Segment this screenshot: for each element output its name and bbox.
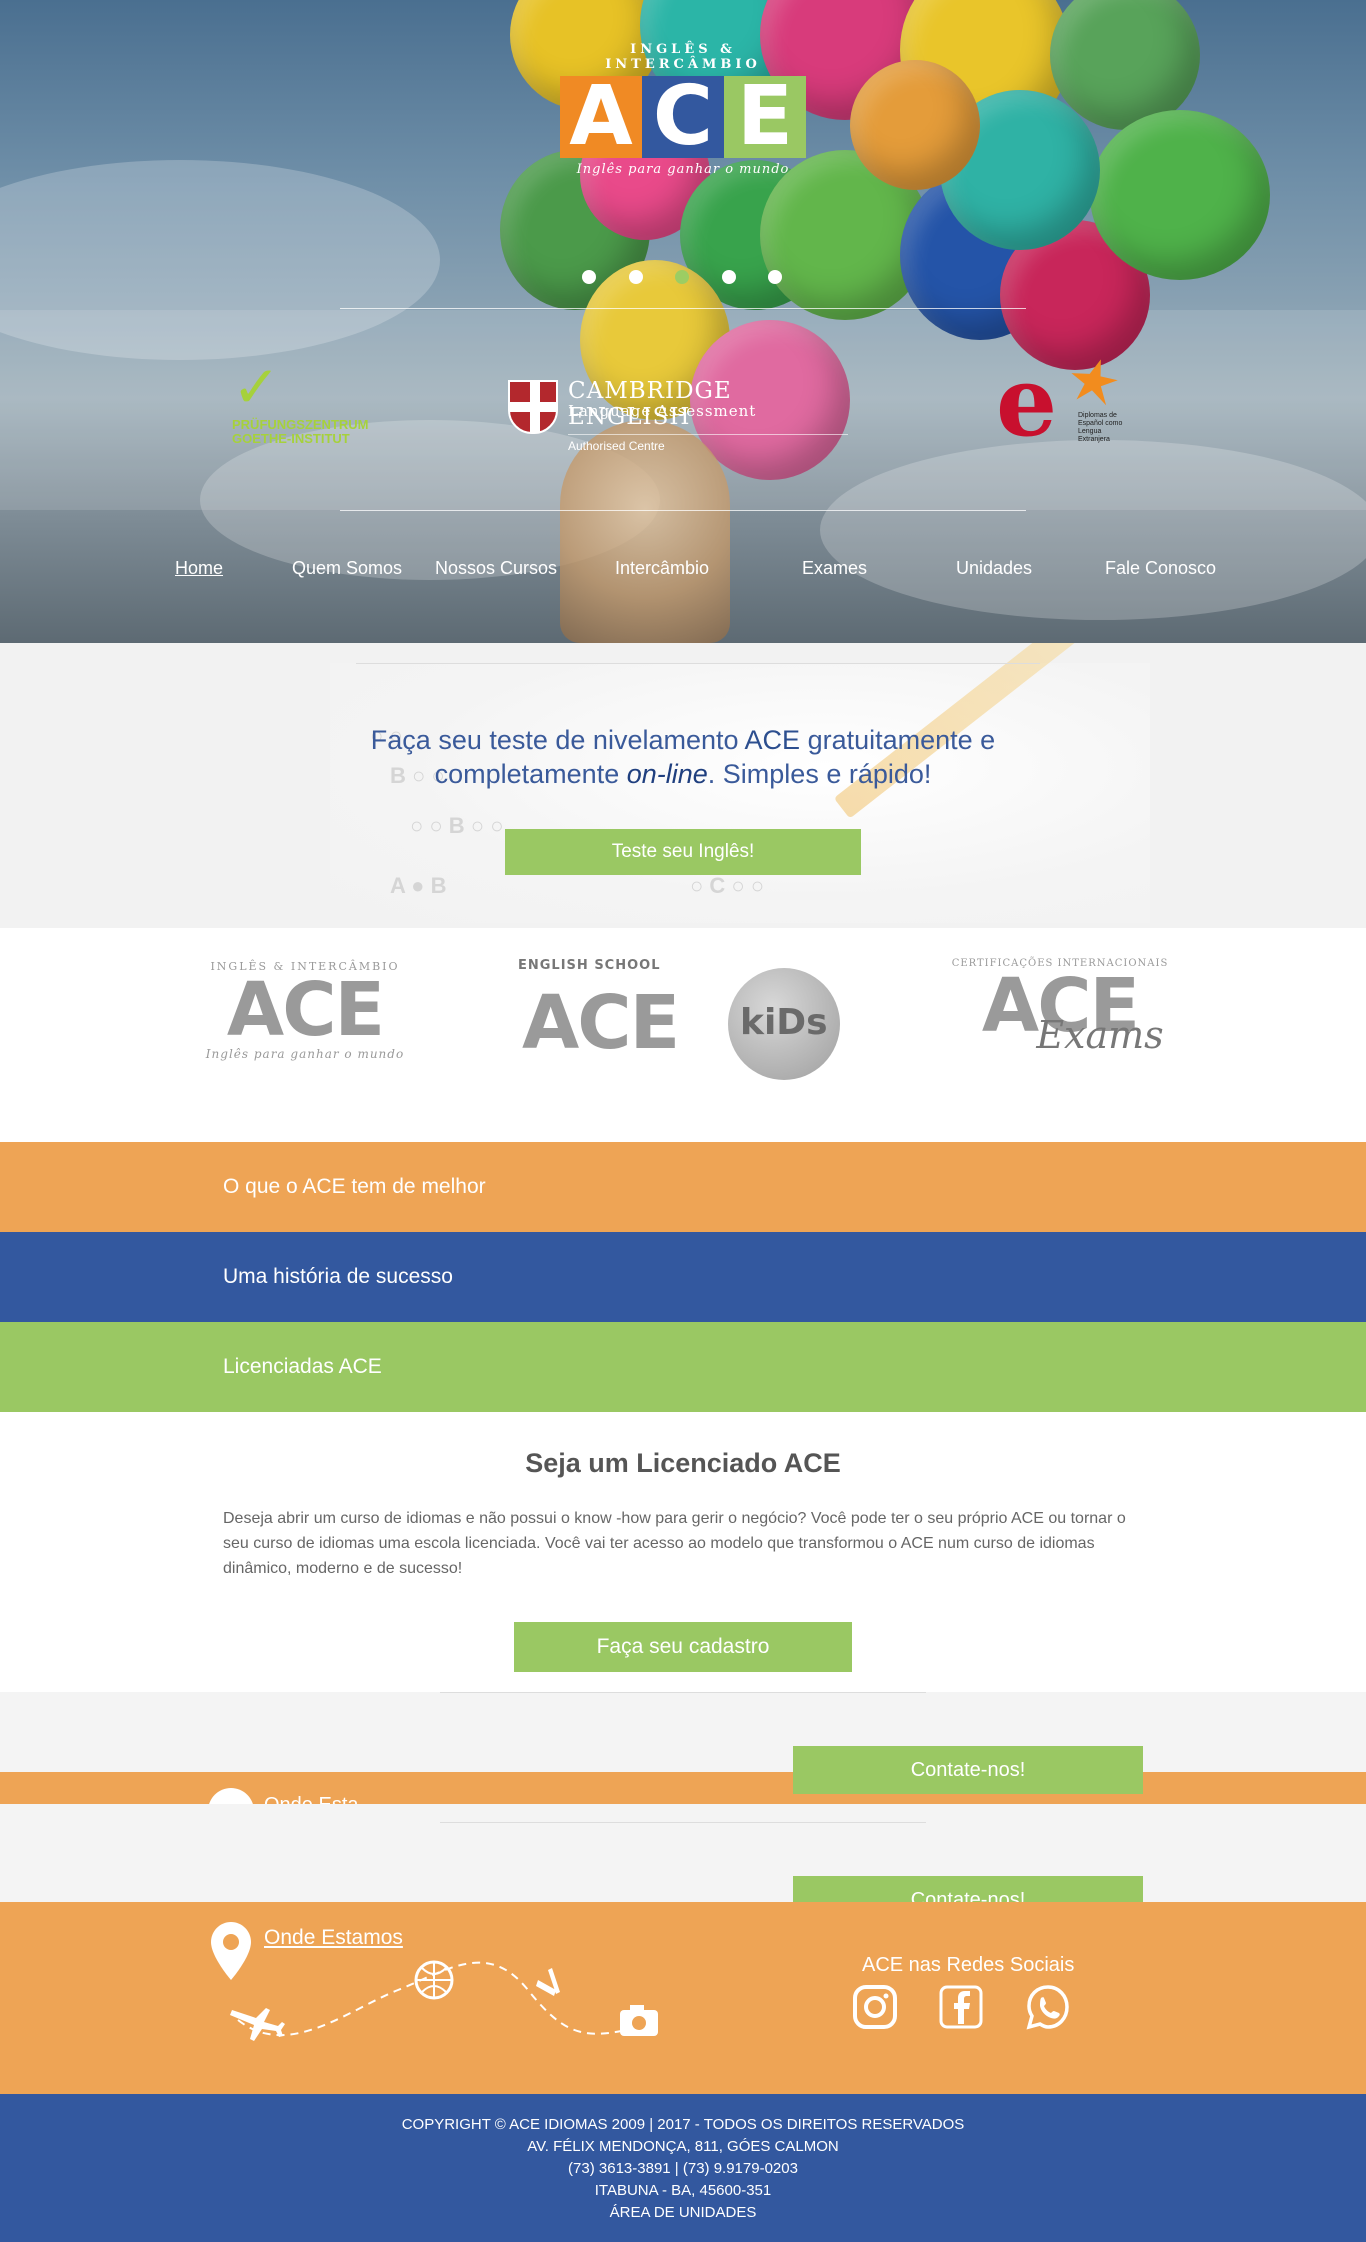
answer-sheet-image: ○ ○ B ○ ○ ○ ○ B ○ ○ A ● B ○ C ○ ○ [330, 663, 1150, 923]
brand-tag: Exams [1036, 1013, 1164, 1057]
cambridge-line2: Language Assessment [568, 402, 757, 420]
logo-sup: INGLÊS & INTERCÂMBIO [605, 42, 761, 72]
slider-dot[interactable] [628, 270, 643, 284]
logo-letter-a: A [560, 76, 642, 158]
brand-logo-ace-exams[interactable]: CERTIFICAÇÕES INTERNACIONAIS ACE Exams [950, 958, 1170, 1087]
test-line1-post: gratuitamente e [800, 725, 996, 755]
checkmark-icon: ✓ [232, 355, 281, 420]
licenciado-title: Seja um Licenciado ACE [525, 1448, 841, 1478]
licenciado-text: Deseja abrir um curso de idiomas e não p… [223, 1510, 1126, 1577]
slider-dot[interactable] [721, 270, 736, 284]
test-line2-pre: completamente [434, 759, 627, 789]
contact-strip [0, 1804, 1366, 1902]
goethe-line1: PRÜFUNGSZENTRUM [232, 417, 369, 432]
location-pin-icon [208, 1788, 254, 1804]
nav-intercambio[interactable]: Intercâmbio [615, 558, 709, 579]
divider [340, 308, 1026, 309]
divider [440, 1822, 926, 1823]
test-emphasis: on-line [626, 759, 708, 789]
slider-dot[interactable] [768, 270, 782, 284]
band-licenciadas[interactable]: Licenciadas ACE [0, 1322, 1366, 1412]
hero-banner: INGLÊS & INTERCÂMBIO A C E Inglês para g… [0, 0, 1366, 643]
dele-burst-icon [1064, 352, 1123, 411]
test-brand: ACE [744, 725, 801, 755]
nav-home[interactable]: Home [175, 558, 223, 579]
facebook-icon[interactable] [938, 1984, 984, 2030]
cambridge-logo: CAMBRIDGE ENGLISH Language Assessment Au… [508, 378, 858, 458]
logo-letter-e: E [724, 76, 806, 158]
logo-letter-c: C [642, 76, 724, 158]
cambridge-line3: Authorised Centre [568, 434, 848, 453]
brand-tag: kiDs [740, 1002, 828, 1043]
level-test-section: ○ ○ B ○ ○ ○ ○ B ○ ○ A ● B ○ C ○ ○ Faça s… [0, 643, 1366, 928]
clipped-where-label: Onde Esta [264, 1794, 359, 1804]
phone-text: (73) 3613-3891 | (73) 9.9179-0203 [568, 2160, 798, 2177]
instagram-icon[interactable] [852, 1984, 898, 2030]
page: INGLÊS & INTERCÂMBIO A C E Inglês para g… [0, 0, 1366, 2242]
brand-logo-ace[interactable]: INGLÊS & INTERCÂMBIO ACE Inglês para gan… [200, 960, 410, 1061]
travel-route-illustration [230, 1960, 658, 2041]
cambridge-shield-icon [508, 380, 558, 434]
brand-main: ACE [522, 980, 680, 1066]
slider-dot[interactable] [582, 270, 596, 284]
goethe-line2: GOETHE-INSTITUT [232, 431, 350, 446]
address-text: AV. FÉLIX MENDONÇA, 811, GÓES CALMON [527, 2138, 839, 2155]
signup-button[interactable]: Faça seu cadastro [514, 1622, 852, 1672]
test-line1-pre: Faça seu teste de nivelamento [370, 725, 745, 755]
divider [356, 663, 1040, 664]
goethe-logo: ✓ PRÜFUNGSZENTRUM GOETHE-INSTITUT [232, 358, 382, 468]
nav-unidades[interactable]: Unidades [956, 558, 1032, 579]
nav-nossos-cursos[interactable]: Nossos Cursos [435, 558, 557, 579]
city-text: ITABUNA - BA, 45600-351 [594, 2182, 772, 2199]
clipped-footer-preview: Onde Esta [0, 1772, 1366, 1804]
contact-strip [0, 1692, 1366, 1772]
test-english-button[interactable]: Teste seu Inglês! [505, 829, 861, 875]
divider [340, 510, 1026, 511]
brand-main: ACE [226, 967, 385, 1053]
main-nav: Home Quem Somos Nossos Cursos Intercâmbi… [0, 558, 1366, 588]
brand-logo-ace-kids[interactable]: ENGLISH SCHOOL ACE kiDs [518, 958, 848, 1088]
band-o-que-ace-tem[interactable]: O que o ACE tem de melhor [0, 1142, 1366, 1232]
brand-tag: Inglês para ganhar o mundo [205, 1047, 405, 1061]
nav-quem-somos[interactable]: Quem Somos [292, 558, 402, 579]
band-historia-sucesso[interactable]: Uma história de sucesso [0, 1232, 1366, 1322]
ace-logo[interactable]: INGLÊS & INTERCÂMBIO A C E Inglês para g… [550, 42, 816, 182]
slider-dot[interactable] [675, 270, 689, 284]
whatsapp-icon[interactable] [1025, 1984, 1071, 2030]
divider [440, 1692, 926, 1693]
where-we-are-link[interactable]: Onde Estamos [264, 1926, 403, 1950]
footer-blue: COPYRIGHT © ACE IDIOMAS 2009 | 2017 - TO… [0, 2094, 1366, 2242]
dele-letter: e [996, 345, 1058, 458]
social-title: ACE nas Redes Sociais [862, 1954, 1075, 1976]
logo-tagline: Inglês para ganhar o mundo [576, 162, 790, 177]
test-headline: Faça seu teste de nivelamento ACE gratui… [340, 723, 1026, 791]
nav-exames[interactable]: Exames [802, 558, 867, 579]
contact-button[interactable]: Contate-nos! [793, 1746, 1143, 1794]
test-line2-post: . Simples e rápido! [707, 759, 932, 789]
dele-logo: e Diplomas de Español como Lengua Extran… [996, 358, 1126, 458]
nav-fale-conosco[interactable]: Fale Conosco [1105, 558, 1216, 579]
copyright-text: COPYRIGHT © ACE IDIOMAS 2009 | 2017 - TO… [401, 2116, 965, 2133]
dele-label: Diplomas de Español como Lengua Extranje… [1078, 412, 1123, 443]
slider-dots [582, 270, 782, 286]
units-area-link[interactable]: ÁREA DE UNIDADES [0, 2202, 1366, 2224]
